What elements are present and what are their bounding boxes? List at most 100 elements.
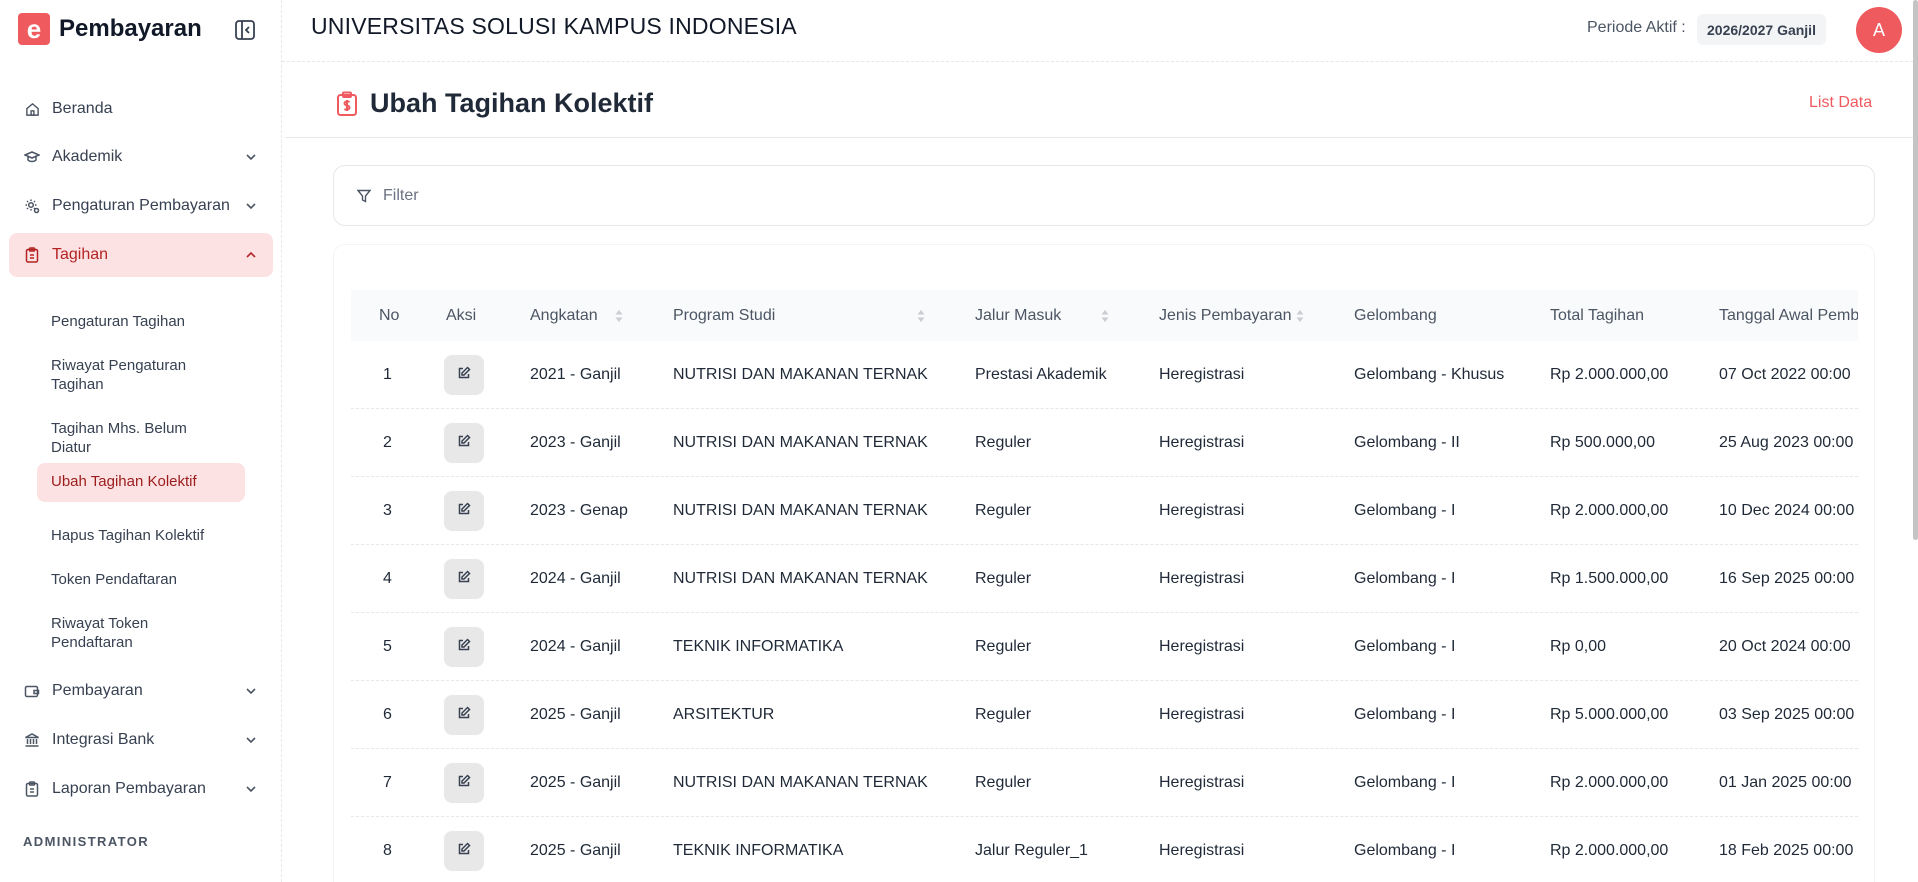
table-header: No Aksi Angkatan Program Studi Jalur Mas… [351,290,1858,341]
data-table: No Aksi Angkatan Program Studi Jalur Mas… [351,290,1858,882]
cell-no: 5 [383,638,392,655]
cell-jenis-pembayaran: Heregistrasi [1159,706,1245,723]
cell-jalur-masuk: Reguler [975,570,1032,587]
sidebar-subitem-token-pendaftaran[interactable]: Token Pendaftaran [37,561,245,598]
sidebar-item-laporan-pembayaran[interactable]: Laporan Pembayaran [9,767,273,811]
sidebar-subitem-pengaturan-tagihan[interactable]: Pengaturan Tagihan [37,303,245,340]
cell-tanggal-awal: 10 Dec 2024 00:00 [1719,502,1855,519]
column-header-angkatan[interactable]: Angkatan [530,290,598,341]
page-scrollbar[interactable] [1913,0,1918,540]
cell-tanggal-awal: 07 Oct 2022 00:00 [1719,366,1851,383]
edit-button[interactable] [444,559,484,599]
sidebar-item-pengaturan-pembayaran[interactable]: Pengaturan Pembayaran [9,184,273,228]
sidebar: e Pembayaran Beranda Akademik Pengaturan… [0,0,282,882]
edit-button[interactable] [444,627,484,667]
cell-jenis-pembayaran: Heregistrasi [1159,638,1245,655]
sort-icon[interactable] [1296,309,1304,323]
cell-no: 7 [383,774,392,791]
table-row: 7 2025 - Ganjil NUTRISI DAN MAKANAN TERN… [351,749,1858,817]
sidebar-subitem-riwayat-pengaturan-tagihan[interactable]: Riwayat Pengaturan Tagihan [37,347,245,403]
column-header-jenis-pembayaran[interactable]: Jenis Pembayaran [1159,290,1292,341]
cell-no: 8 [383,842,392,859]
sort-icon[interactable] [917,309,925,323]
section-label-administrator: ADMINISTRATOR [23,834,150,849]
column-header-tanggal-awal: Tanggal Awal Pembayaran [1719,306,1858,324]
cell-jalur-masuk: Prestasi Akademik [975,366,1107,383]
cell-tanggal-awal: 01 Jan 2025 00:00 [1719,774,1852,791]
edit-icon [457,569,471,589]
cell-total-tagihan: Rp 2.000.000,00 [1550,366,1669,383]
edit-icon [457,705,471,725]
cell-gelombang: Gelombang - I [1354,570,1456,587]
cell-jalur-masuk: Reguler [975,706,1032,723]
table-row: 5 2024 - Ganjil TEKNIK INFORMATIKA Regul… [351,613,1858,681]
avatar[interactable]: A [1856,7,1902,53]
cell-angkatan: 2024 - Ganjil [530,638,621,655]
cell-jenis-pembayaran: Heregistrasi [1159,774,1245,791]
cell-total-tagihan: Rp 2.000.000,00 [1550,842,1669,859]
edit-icon [457,773,471,793]
sidebar-item-label: Tagihan [52,246,109,263]
page-header: Ubah Tagihan Kolektif List Data [286,62,1918,138]
home-icon [24,101,40,117]
brand[interactable]: e Pembayaran [18,13,202,45]
cell-total-tagihan: Rp 500.000,00 [1550,434,1655,451]
cell-angkatan: 2021 - Ganjil [530,366,621,383]
sidebar-collapse-icon[interactable] [234,19,256,41]
column-header-program-studi[interactable]: Program Studi [673,290,775,341]
cell-program-studi: NUTRISI DAN MAKANAN TERNAK [673,366,928,383]
sort-icon[interactable] [1101,309,1109,323]
cell-gelombang: Gelombang - II [1354,434,1460,451]
cell-jenis-pembayaran: Heregistrasi [1159,842,1245,859]
clipboard-list-icon [24,781,40,797]
cell-program-studi: NUTRISI DAN MAKANAN TERNAK [673,434,928,451]
sidebar-item-beranda[interactable]: Beranda [9,87,273,131]
sidebar-subitem-tagihan-belum-diatur[interactable]: Tagihan Mhs. Belum Diatur [37,410,245,466]
cell-program-studi: NUTRISI DAN MAKANAN TERNAK [673,570,928,587]
cell-no: 2 [383,434,392,451]
sidebar-item-label: Akademik [52,148,123,165]
cell-gelombang: Gelombang - I [1354,706,1456,723]
edit-button[interactable] [444,491,484,531]
cell-no: 6 [383,706,392,723]
cell-total-tagihan: Rp 1.500.000,00 [1550,570,1669,587]
cell-total-tagihan: Rp 2.000.000,00 [1550,774,1669,791]
edit-button[interactable] [444,423,484,463]
edit-button[interactable] [444,695,484,735]
list-data-link[interactable]: List Data [1809,94,1872,112]
cell-program-studi: ARSITEKTUR [673,706,775,723]
clipboard-icon [24,247,40,263]
sidebar-subitem-hapus-tagihan-kolektif[interactable]: Hapus Tagihan Kolektif [37,517,245,554]
chevron-down-icon [244,684,258,698]
sort-icon[interactable] [615,309,623,323]
column-header-jalur-masuk[interactable]: Jalur Masuk [975,290,1061,341]
cell-gelombang: Gelombang - Khusus [1354,366,1505,383]
page-title: Ubah Tagihan Kolektif [370,88,654,118]
sidebar-item-label: Beranda [52,100,113,117]
cell-no: 4 [383,570,392,587]
sidebar-item-tagihan[interactable]: Tagihan [9,233,273,277]
table-row: 4 2024 - Ganjil NUTRISI DAN MAKANAN TERN… [351,545,1858,613]
edit-button[interactable] [444,763,484,803]
edit-button[interactable] [444,831,484,871]
table-row: 6 2025 - Ganjil ARSITEKTUR Reguler Hereg… [351,681,1858,749]
chevron-down-icon [244,733,258,747]
table-row: 1 2021 - Ganjil NUTRISI DAN MAKANAN TERN… [351,341,1858,409]
cell-angkatan: 2023 - Genap [530,502,628,519]
sidebar-subitem-riwayat-token[interactable]: Riwayat Token Pendaftaran [37,605,245,661]
edit-button[interactable] [444,355,484,395]
sidebar-subitem-ubah-tagihan-kolektif[interactable]: Ubah Tagihan Kolektif [37,463,245,502]
sidebar-item-akademik[interactable]: Akademik [9,135,273,179]
filter-toggle[interactable]: Filter [333,165,1875,226]
sidebar-item-integrasi-bank[interactable]: Integrasi Bank [9,718,273,762]
sidebar-item-label: Pembayaran [52,682,143,699]
sidebar-item-pembayaran[interactable]: Pembayaran [9,669,273,713]
cell-jalur-masuk: Reguler [975,434,1032,451]
table-row: 2 2023 - Ganjil NUTRISI DAN MAKANAN TERN… [351,409,1858,477]
cell-program-studi: NUTRISI DAN MAKANAN TERNAK [673,774,928,791]
cell-no: 1 [383,366,392,383]
cell-tanggal-awal: 20 Oct 2024 00:00 [1719,638,1851,655]
filter-icon [356,189,372,203]
edit-icon [457,841,471,861]
cell-gelombang: Gelombang - I [1354,774,1456,791]
